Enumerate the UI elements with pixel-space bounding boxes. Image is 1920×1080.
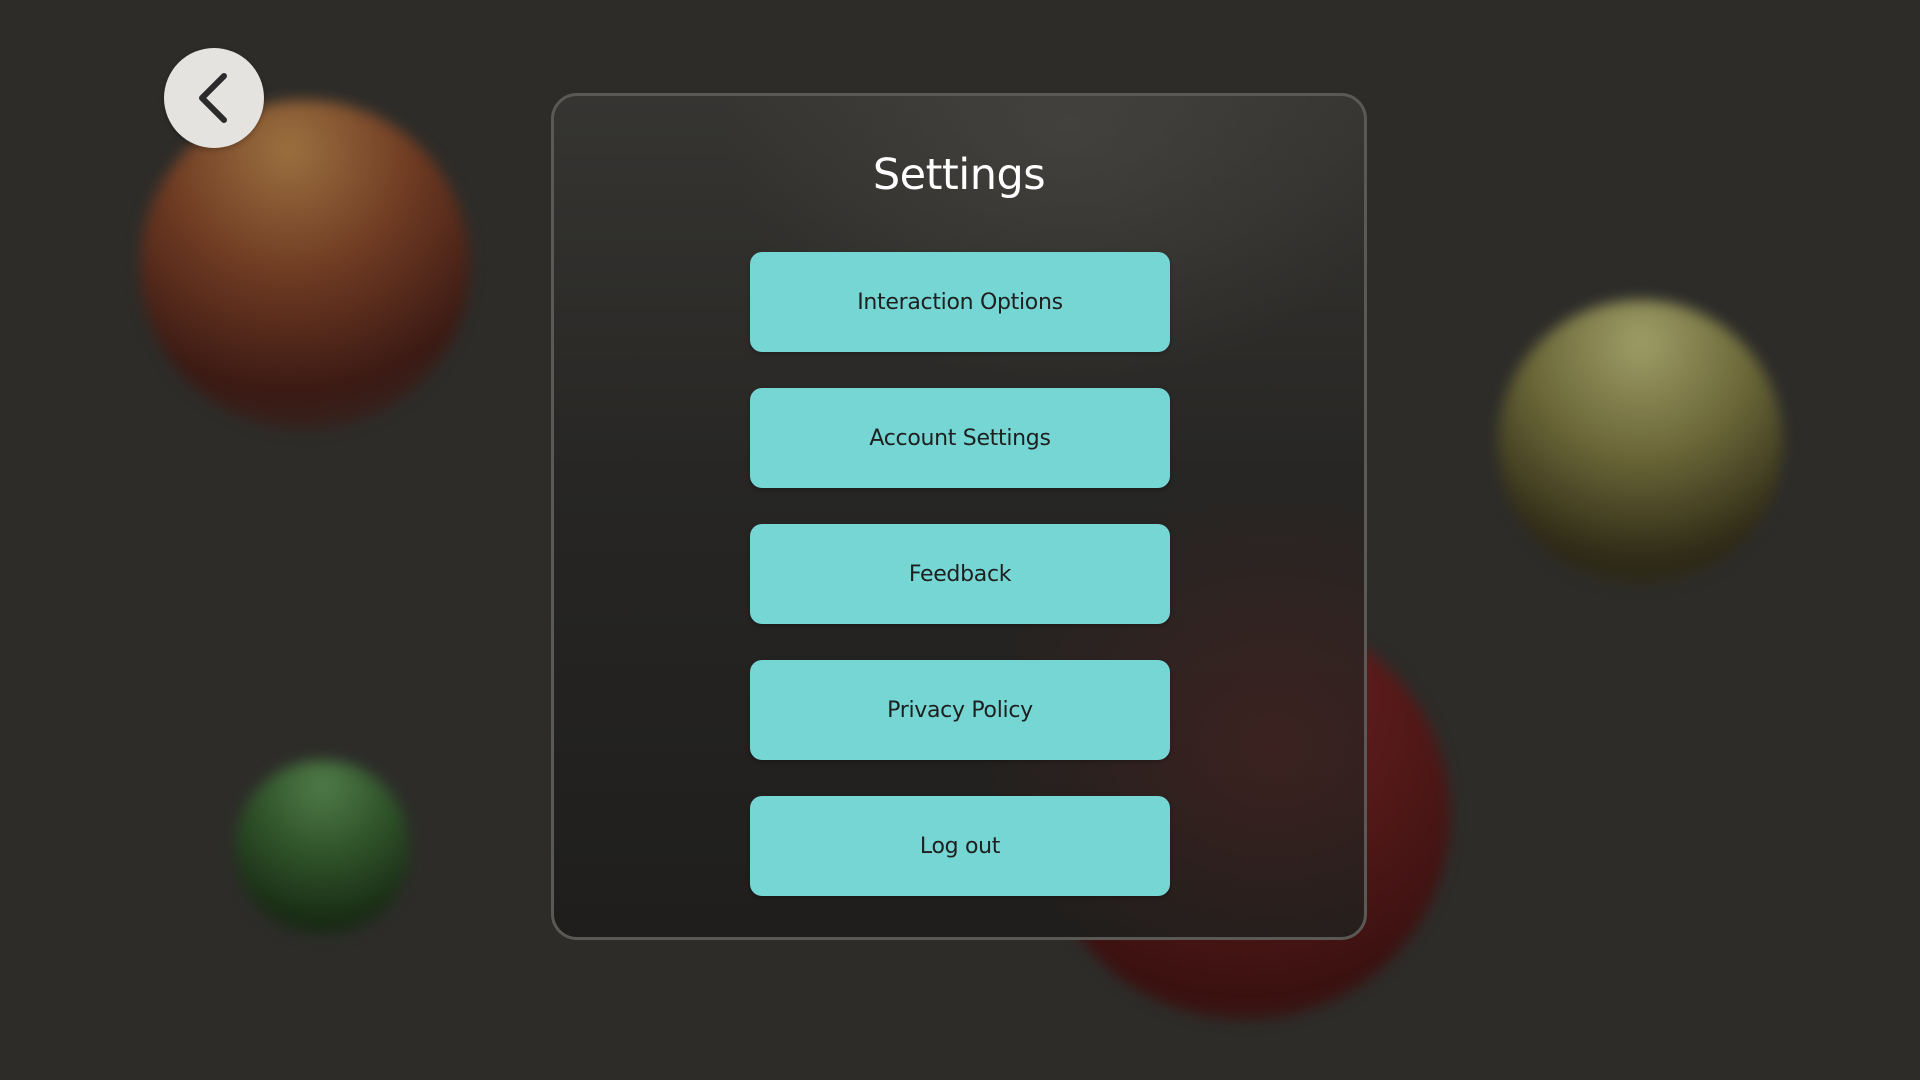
settings-menu: Interaction Options Account Settings Fee…	[750, 252, 1170, 932]
account-settings-button[interactable]: Account Settings	[750, 388, 1170, 488]
chevron-left-icon	[192, 72, 236, 124]
page-title: Settings	[872, 150, 1046, 200]
background-orb-orange	[140, 100, 470, 430]
log-out-button[interactable]: Log out	[750, 796, 1170, 896]
feedback-button[interactable]: Feedback	[750, 524, 1170, 624]
back-button[interactable]	[164, 48, 264, 148]
background-orb-green	[235, 760, 410, 935]
background-orb-olive	[1498, 300, 1783, 585]
privacy-policy-button[interactable]: Privacy Policy	[750, 660, 1170, 760]
interaction-options-button[interactable]: Interaction Options	[750, 252, 1170, 352]
settings-panel: Settings Interaction Options Account Set…	[551, 93, 1367, 940]
